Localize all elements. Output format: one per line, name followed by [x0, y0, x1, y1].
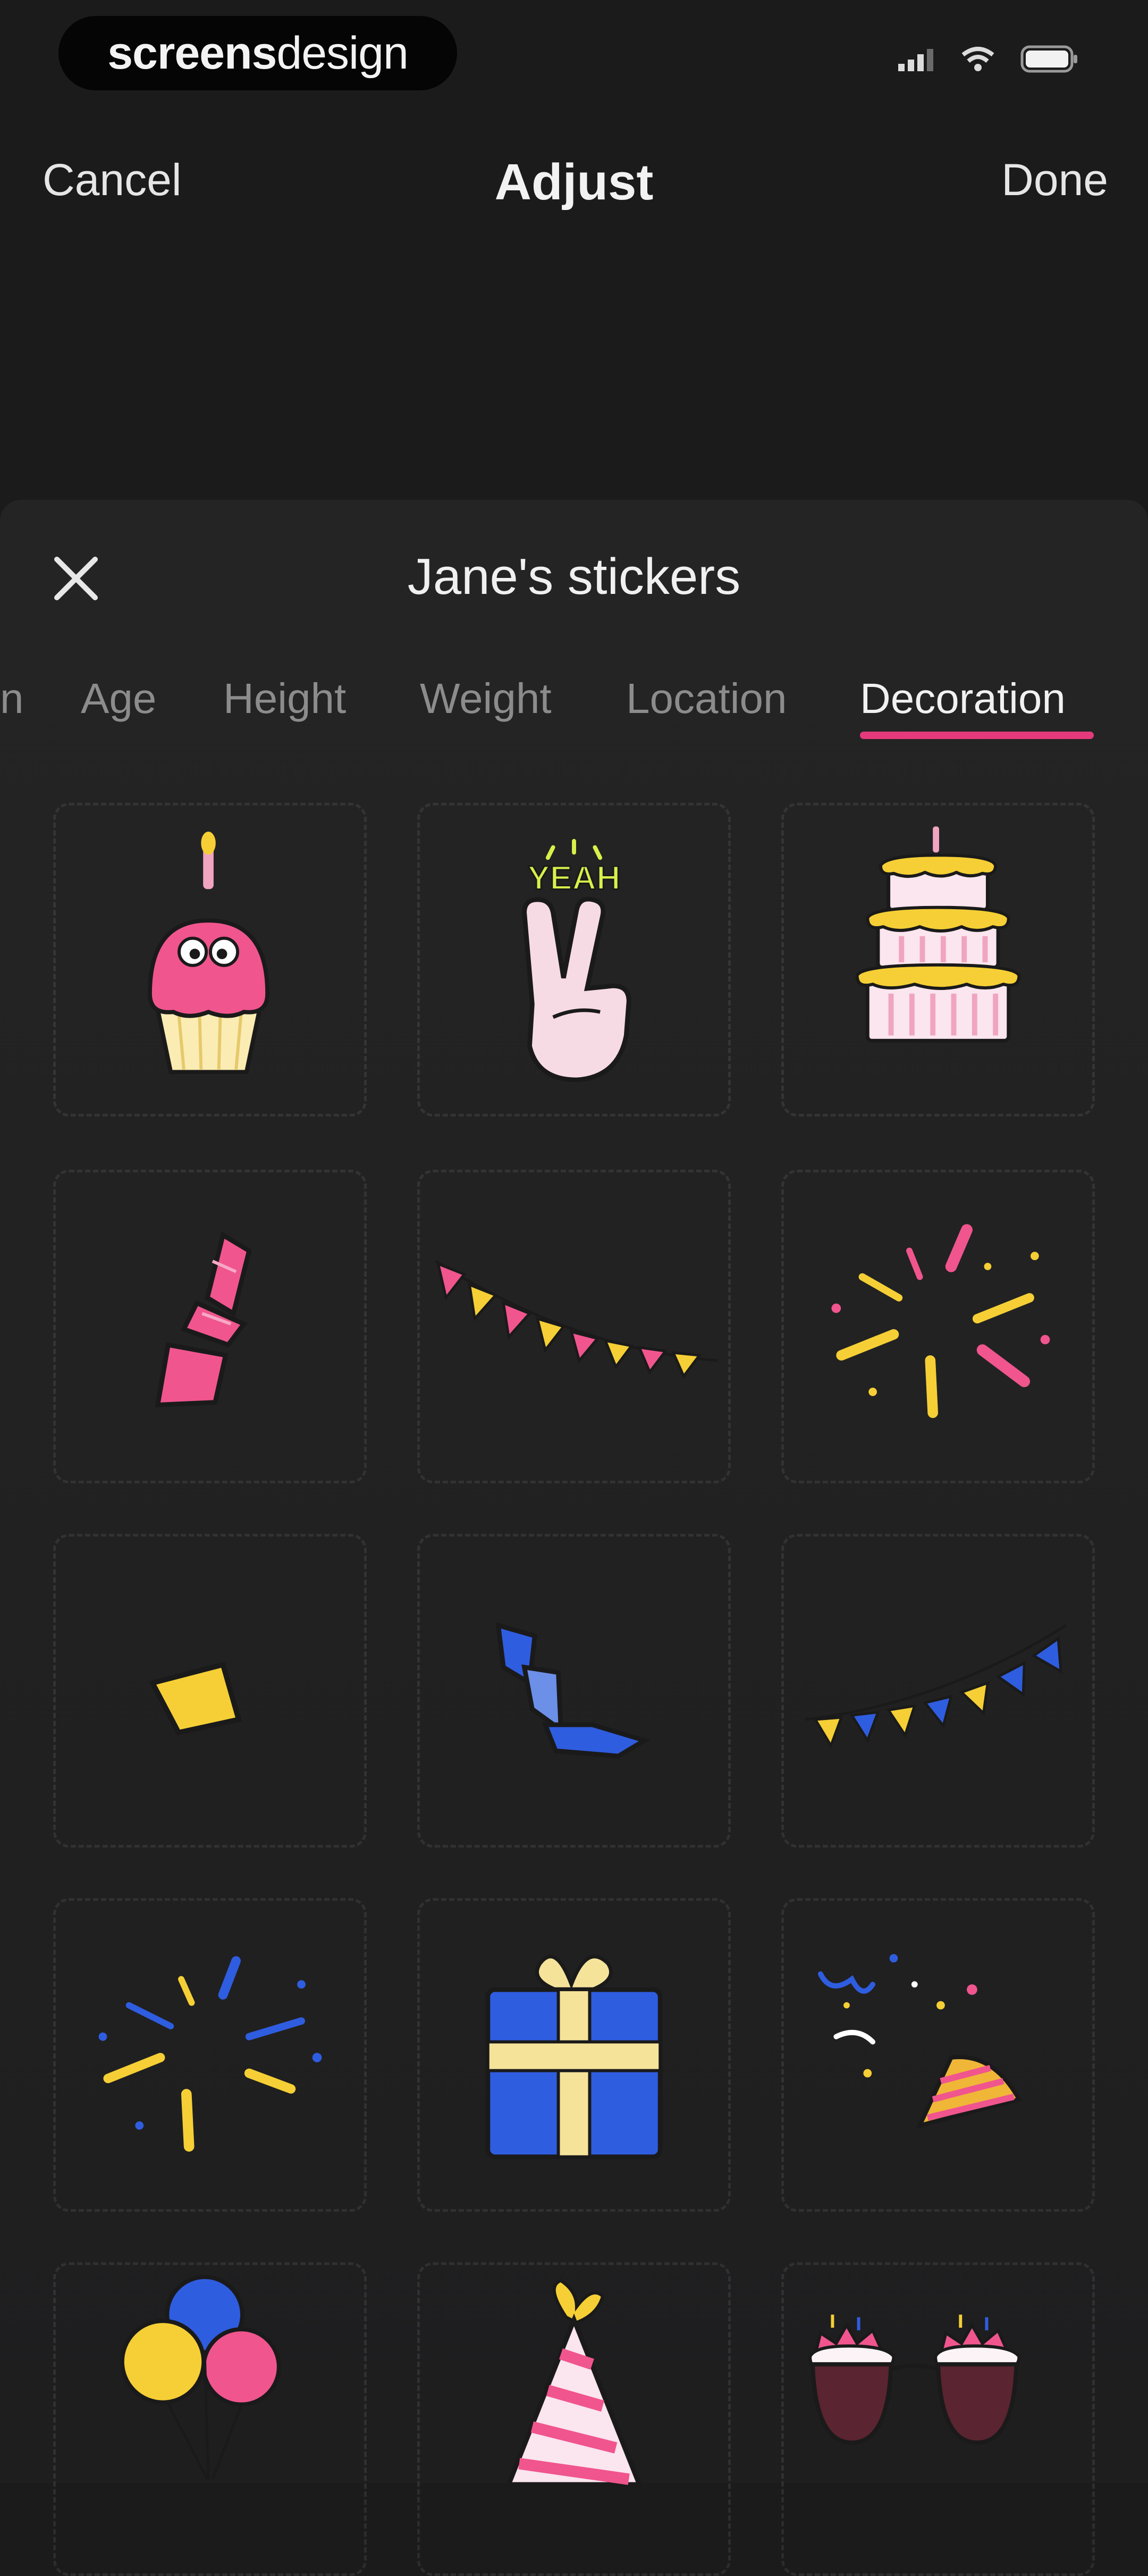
- sticker-cell-peace-hand[interactable]: YEAH: [417, 803, 731, 1117]
- peace-hand-sticker: YEAH: [522, 838, 631, 1083]
- birthday-glasses-sticker: [808, 2314, 1021, 2445]
- active-tab-indicator: [860, 732, 1094, 739]
- tab-height[interactable]: Height: [223, 674, 346, 723]
- category-tabs: n Age Height Weight Location Decoration: [0, 665, 1148, 750]
- sticker-cell-blue-streamer[interactable]: [417, 1534, 731, 1848]
- tab-partial[interactable]: n: [0, 674, 24, 723]
- pink-fireworks-sticker: [831, 1224, 1050, 1419]
- watermark-bold-text: screens: [107, 27, 277, 79]
- party-hat-sticker: [505, 2279, 643, 2487]
- sticker-cell-pink-bunting[interactable]: [417, 1170, 731, 1483]
- tab-location[interactable]: Location: [626, 674, 787, 723]
- tab-decoration[interactable]: Decoration: [860, 674, 1066, 723]
- sticker-cell-layered-cake[interactable]: [781, 803, 1095, 1117]
- layered-cake-sticker: [855, 826, 1021, 1043]
- pink-streamer-sticker: [155, 1231, 252, 1408]
- done-button[interactable]: Done: [1001, 154, 1108, 206]
- nav-bar: Cancel Adjust Done: [0, 138, 1148, 234]
- balloons-sticker: [120, 2275, 281, 2480]
- party-popper-sticker: [817, 1954, 1023, 2129]
- status-icons: [898, 45, 1079, 75]
- wifi-icon: [961, 46, 995, 74]
- sticker-cell-blue-bunting[interactable]: [781, 1534, 1095, 1848]
- tab-age[interactable]: Age: [81, 674, 156, 723]
- sticker-cell-party-hat[interactable]: [417, 2262, 731, 2576]
- watermark-logo: screens design: [58, 16, 457, 90]
- tab-weight[interactable]: Weight: [420, 674, 552, 723]
- watermark-light-text: design: [276, 27, 408, 79]
- sticker-yeah-text: YEAH: [528, 859, 621, 896]
- cupcake-sticker: [148, 832, 270, 1075]
- sticker-cell-blue-fireworks[interactable]: [53, 1898, 367, 2212]
- sticker-cell-party-popper[interactable]: [781, 1898, 1095, 2212]
- status-bar: screens design: [0, 0, 1148, 106]
- yellow-confetti-sticker: [148, 1661, 242, 1736]
- blue-fireworks-sticker: [98, 1956, 322, 2152]
- gift-box-sticker: [485, 1954, 663, 2160]
- sticker-cell-pink-streamer[interactable]: [53, 1170, 367, 1483]
- sticker-cell-cupcake[interactable]: [53, 803, 367, 1117]
- battery-icon: [1020, 45, 1079, 75]
- sticker-cell-birthday-glasses[interactable]: [781, 2262, 1095, 2576]
- pink-bunting-sticker: [435, 1260, 718, 1379]
- sticker-cell-pink-fireworks[interactable]: [781, 1170, 1095, 1483]
- sticker-cell-balloons[interactable]: [53, 2262, 367, 2576]
- blue-bunting-sticker: [805, 1624, 1067, 1749]
- sheet-title: Jane's stickers: [407, 548, 741, 605]
- signal-icon: [898, 47, 935, 74]
- blue-streamer-sticker: [495, 1622, 651, 1759]
- page-title: Adjust: [494, 154, 654, 211]
- sticker-cell-yellow-confetti[interactable]: [53, 1534, 367, 1848]
- sticker-cell-gift-box[interactable]: [417, 1898, 731, 2212]
